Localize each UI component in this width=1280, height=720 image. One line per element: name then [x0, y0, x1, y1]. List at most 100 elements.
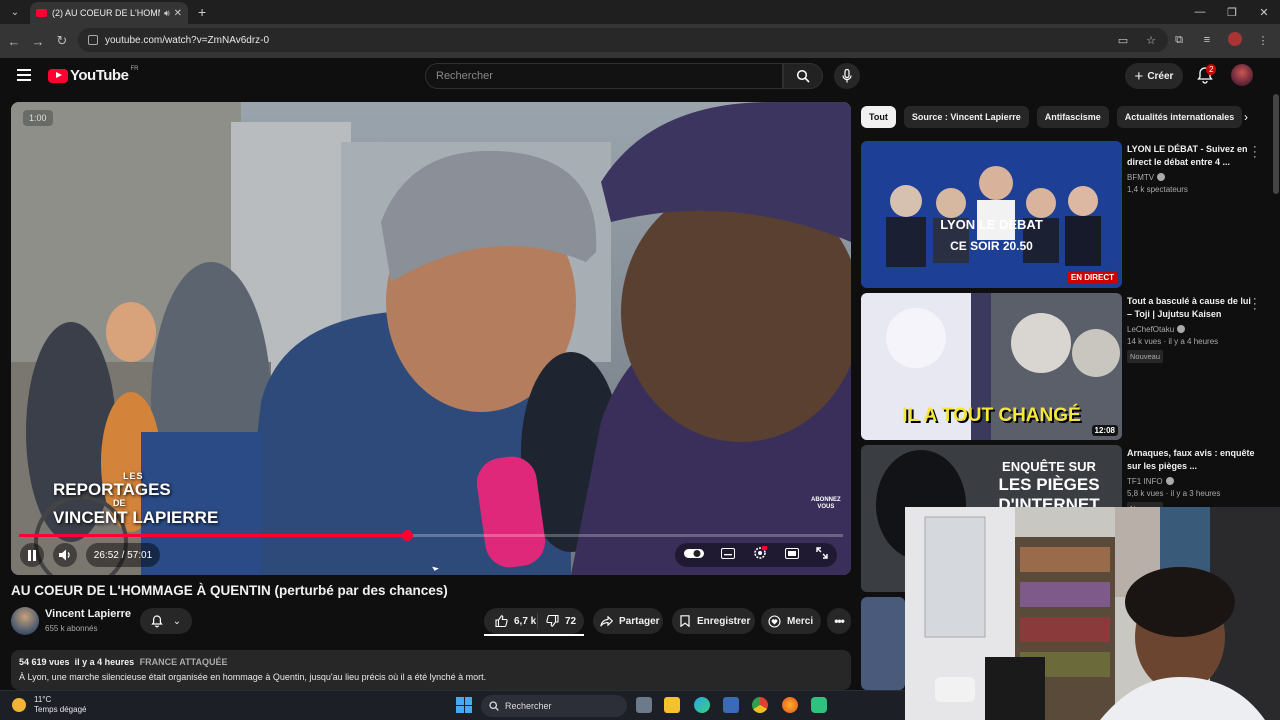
new-tab-button[interactable]: + [198, 4, 206, 20]
chips-next-button[interactable]: › [1236, 106, 1256, 128]
pause-button[interactable] [20, 543, 44, 567]
weather-sun-icon [12, 698, 26, 713]
duration-badge: 12:08 [1091, 425, 1118, 436]
close-window-button[interactable]: ✕ [1248, 0, 1280, 24]
file-explorer-icon[interactable] [664, 697, 680, 713]
recommendation-channel[interactable]: BFMTV [1127, 173, 1154, 182]
like-button[interactable]: 6,7 k [484, 613, 538, 629]
thumbs-up-icon [495, 615, 508, 627]
forward-button[interactable]: → [26, 34, 50, 49]
settings-gear-icon[interactable] [753, 545, 768, 565]
verified-icon [1165, 477, 1174, 486]
browser-tab-active[interactable]: (2) AU COEUR DE L'HOMMAGE À 🔊︎ ✕ [30, 2, 188, 24]
search-button[interactable] [783, 63, 823, 89]
autoplay-toggle[interactable] [683, 546, 704, 564]
channel-name[interactable]: Vincent Lapierre [45, 608, 131, 620]
create-button[interactable]: + Créer [1125, 63, 1183, 89]
voice-search-button[interactable] [834, 63, 860, 89]
media-control-icon[interactable]: ≡ [1198, 34, 1216, 46]
recommendation-thumbnail[interactable]: IL A TOUT CHANGÉ 12:08 [861, 293, 1122, 440]
time-display: 26:52 / 57:01 [86, 543, 160, 567]
speaker-icon[interactable]: 🔊︎ [164, 8, 170, 19]
video-title: AU COEUR DE L'HOMMAGE À QUENTIN (perturb… [11, 583, 448, 598]
recommendation-title[interactable]: Arnaques, faux avis : enquête sur les pi… [1127, 447, 1255, 473]
thumb-title-2: CE SOIR 20.50 [950, 239, 1033, 253]
thumbs-down-icon [546, 615, 559, 627]
extensions-icon[interactable]: ⧉ [1170, 34, 1188, 47]
youtube-play-logo-icon [48, 68, 68, 83]
bell-icon [151, 614, 163, 627]
tab-search-menu[interactable]: ⌄ [4, 2, 26, 22]
dislike-button[interactable]: 72 [538, 615, 576, 627]
channel-avatar[interactable] [11, 607, 39, 635]
weather-widget[interactable]: 11°C Temps dégagé [12, 695, 86, 716]
youtube-logo[interactable]: YouTube FR [48, 66, 138, 84]
search-input[interactable]: Rechercher [425, 63, 783, 89]
chip-tout[interactable]: Tout [861, 106, 896, 128]
account-avatar[interactable] [1231, 64, 1253, 86]
recommendation-channel[interactable]: TF1 INFO [1127, 477, 1163, 486]
maximize-button[interactable]: ❐ [1216, 0, 1248, 24]
thanks-label: Merci [787, 615, 814, 627]
profile-avatar[interactable] [1226, 31, 1244, 49]
recommendation-stats: 14 k vues · il y a 4 heures [1127, 337, 1219, 347]
store-icon[interactable] [723, 697, 739, 713]
more-vertical-icon[interactable]: · · · [1253, 142, 1257, 163]
site-info-icon[interactable] [88, 35, 98, 45]
firefox-icon[interactable] [782, 697, 798, 713]
subscription-bell-button[interactable]: ⌄ [140, 608, 192, 634]
chip-antifascisme[interactable]: Antifascisme [1036, 106, 1109, 128]
address-bar[interactable]: youtube.com/watch?v=ZmNAv6drz-0 [78, 28, 1168, 52]
chip-actualites[interactable]: Actualités internationales [1116, 106, 1243, 128]
minimize-button[interactable]: — [1184, 0, 1216, 24]
browser-toolbar: ← → ↻ youtube.com/watch?v=ZmNAv6drz-0 ▭ … [0, 24, 1280, 58]
theater-mode-icon[interactable] [784, 546, 799, 564]
back-button[interactable]: ← [2, 34, 26, 49]
recommendation-title[interactable]: Tout a basculé à cause de lui – Toji | J… [1127, 295, 1255, 321]
recommendation-title[interactable]: LYON LE DÉBAT - Suivez en direct le déba… [1127, 143, 1255, 169]
recommendation-item-partial[interactable] [861, 597, 905, 690]
windows-start-icon[interactable] [456, 697, 472, 713]
subtitles-icon[interactable] [721, 546, 736, 564]
recommendation-thumbnail[interactable]: LYON LE DÉBAT CE SOIR 20.50 EN DIRECT [861, 141, 1122, 288]
video-player[interactable]: 1:00 LES REPORTAGES DE VINCENT LAPIERRE … [11, 102, 851, 575]
more-actions-button[interactable]: ••• [827, 608, 851, 634]
youtube-favicon-icon [36, 9, 47, 17]
task-view-icon[interactable] [636, 697, 652, 713]
cast-icon[interactable]: ▭ [1114, 34, 1132, 47]
hamburger-menu-icon[interactable] [17, 69, 31, 84]
taskbar-search[interactable]: Rechercher [481, 695, 627, 717]
thumb-title-1: ENQUÊTE SUR [1002, 459, 1096, 474]
subscribe-overlay-badge[interactable]: ABONNEZ VOUS [811, 497, 841, 510]
save-button[interactable]: Enregistrer [672, 608, 755, 634]
thanks-button[interactable]: Merci [761, 608, 821, 634]
more-vertical-icon[interactable]: · · · [1253, 294, 1257, 315]
edge-browser-icon[interactable] [694, 697, 710, 713]
chrome-icon[interactable] [752, 697, 768, 713]
share-button[interactable]: Partager [593, 608, 663, 634]
thumb-title-1: LYON LE DÉBAT [940, 217, 1043, 232]
like-count: 6,7 k [514, 615, 537, 627]
volume-icon [58, 549, 70, 561]
chip-source[interactable]: Source : Vincent Lapierre [903, 106, 1029, 128]
bookmark-star-icon[interactable]: ☆ [1142, 34, 1160, 47]
time-card-badge: 1:00 [23, 110, 53, 126]
right-controls-group [675, 543, 837, 567]
recommendation-channel[interactable]: LeChefOtaku [1127, 325, 1174, 334]
description-box[interactable]: 54 619 vues il y a 4 heures FRANCE ATTAQ… [11, 650, 851, 690]
thumb-title-2: LES PIÈGES [998, 475, 1100, 494]
watermark-line-2: REPORTAGES [53, 480, 171, 500]
like-dislike-group: 6,7 k 72 [484, 608, 584, 634]
browser-menu-icon[interactable]: ⋮ [1254, 34, 1272, 47]
recommendation-stats: 1,4 k spectateurs [1127, 185, 1188, 195]
app-icon[interactable] [811, 697, 827, 713]
dislike-count: 72 [565, 615, 577, 627]
page-scrollbar[interactable] [1273, 94, 1279, 194]
reload-button[interactable]: ↻ [50, 33, 74, 49]
youtube-header: YouTube FR Rechercher + Créer 2 [0, 58, 1280, 94]
volume-button[interactable] [53, 543, 77, 567]
hashtag-link[interactable]: FRANCE ATTAQUÉE [140, 657, 228, 667]
progress-bar[interactable] [19, 530, 843, 541]
close-tab-icon[interactable]: ✕ [174, 8, 182, 19]
fullscreen-icon[interactable] [816, 546, 828, 564]
